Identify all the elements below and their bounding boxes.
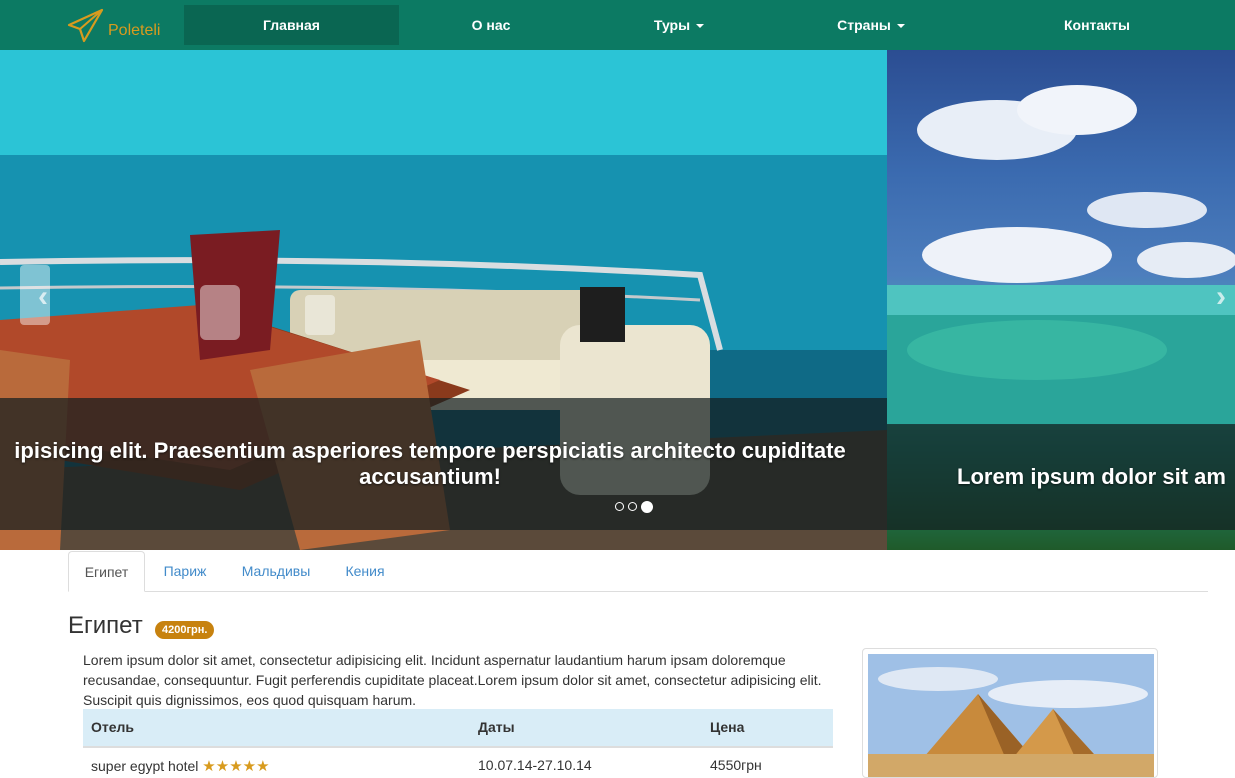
- nav-tours-label: Туры: [653, 17, 691, 33]
- table-cell-dates: 10.07.14-27.10.14: [478, 757, 592, 773]
- side-caption-wrapper: Lorem ipsum dolor sit am: [887, 50, 1235, 550]
- nav-contacts[interactable]: Контакты: [967, 5, 1227, 45]
- carousel-indicator-1[interactable]: [615, 502, 624, 511]
- country-tabs: Египет Париж Мальдивы Кения: [68, 551, 1208, 592]
- tab-egypt[interactable]: Египет: [68, 551, 145, 592]
- nav-about[interactable]: О нас: [399, 5, 583, 45]
- tab-paris[interactable]: Париж: [150, 551, 220, 591]
- pyramids-image: [868, 654, 1154, 777]
- nav-countries-dropdown[interactable]: Страны: [775, 5, 967, 45]
- paper-plane-logo-icon: [67, 8, 104, 43]
- tab-kenya[interactable]: Кения: [335, 551, 395, 591]
- nav-tours-dropdown[interactable]: Туры: [583, 5, 775, 45]
- brand-name: Poleteli: [108, 22, 161, 39]
- nav-home-label: Главная: [263, 17, 320, 33]
- top-navbar: Poleteli Главная О нас Туры Страны Конта…: [0, 0, 1235, 50]
- star-icon: ★: [202, 758, 216, 775]
- star-icon: ★: [215, 758, 230, 775]
- nav-home[interactable]: Главная: [184, 5, 399, 45]
- tour-description: Lorem ipsum dolor sit amet, consectetur …: [83, 652, 822, 708]
- carousel-indicators: [615, 501, 653, 513]
- star-icon: ★: [242, 758, 257, 775]
- carousel-prev-icon[interactable]: ‹: [38, 280, 48, 314]
- page-title: Египет: [68, 612, 143, 639]
- carousel-caption-next: Lorem ipsum dolor sit am: [957, 464, 1226, 489]
- table-header: Отель Даты Цена: [83, 709, 833, 746]
- star-icon: ★: [256, 758, 270, 775]
- table-cell-price: 4550грн: [710, 757, 762, 773]
- nav-contacts-label: Контакты: [1063, 17, 1130, 33]
- hotel-name: super egypt hotel: [91, 758, 199, 774]
- column-header-price: Цена: [710, 719, 745, 735]
- column-header-dates: Даты: [478, 719, 515, 735]
- nav-countries-label: Страны: [837, 17, 891, 33]
- carousel-caption: ipisicing elit. Praesentium asperiores t…: [14, 438, 846, 489]
- carousel-next-icon[interactable]: ›: [1216, 280, 1226, 314]
- column-header-hotel: Отель: [91, 719, 135, 735]
- brand[interactable]: Poleteli: [66, 8, 160, 44]
- caret-down-icon: [696, 24, 705, 29]
- caret-down-icon: [896, 24, 905, 29]
- hotels-table: Отель Даты Цена super egypt hotel ★★★★★ …: [83, 709, 833, 775]
- hero-carousel: ipisicing elit. Praesentium asperiores t…: [0, 50, 1235, 550]
- price-badge: 4200грн.: [155, 621, 215, 639]
- carousel-indicator-3[interactable]: [641, 501, 653, 513]
- star-icon: ★: [229, 758, 243, 775]
- table-cell-hotel: super egypt hotel ★★★★★: [91, 757, 270, 775]
- carousel-indicator-2[interactable]: [628, 502, 637, 511]
- pyramids-illustration: [868, 654, 1154, 777]
- nav-about-label: О нас: [471, 17, 511, 33]
- header-divider: [83, 746, 833, 748]
- tab-maldives[interactable]: Мальдивы: [231, 551, 321, 591]
- destination-thumbnail[interactable]: [862, 648, 1158, 778]
